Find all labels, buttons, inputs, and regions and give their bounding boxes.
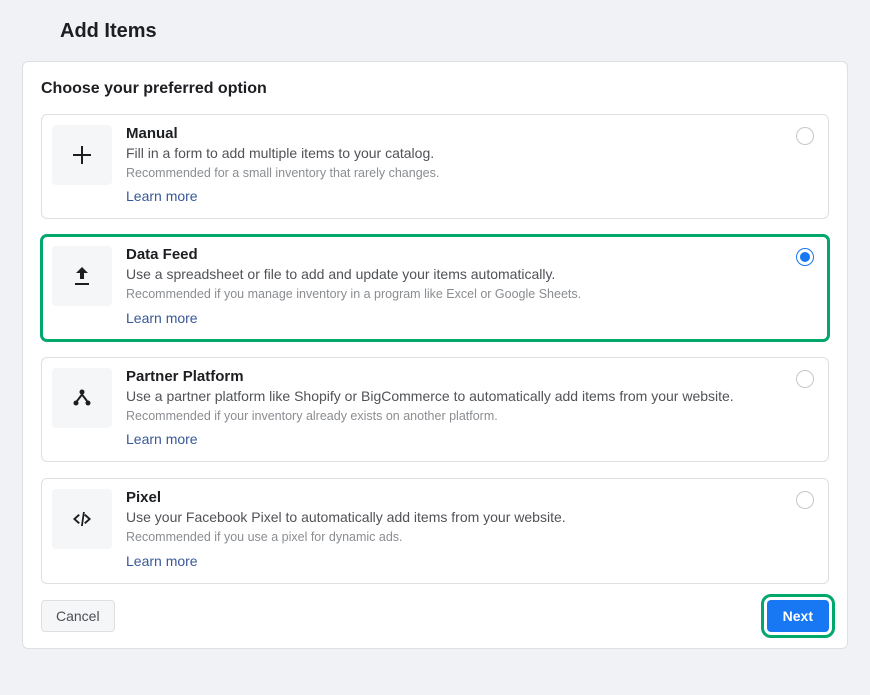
nodes-icon [52, 368, 112, 428]
option-desc: Fill in a form to add multiple items to … [126, 144, 786, 163]
option-datafeed[interactable]: Data Feed Use a spreadsheet or file to a… [41, 235, 829, 340]
option-title: Pixel [126, 489, 786, 506]
option-desc: Use a spreadsheet or file to add and upd… [126, 265, 786, 284]
cancel-button[interactable]: Cancel [41, 600, 115, 632]
option-hint: Recommended if you use a pixel for dynam… [126, 529, 786, 547]
panel-title: Choose your preferred option [41, 80, 829, 98]
option-manual[interactable]: Manual Fill in a form to add multiple it… [41, 114, 829, 219]
code-icon [52, 489, 112, 549]
learn-more-link[interactable]: Learn more [126, 431, 198, 447]
footer: Cancel Next [41, 600, 829, 632]
option-title: Data Feed [126, 246, 786, 263]
option-body: Data Feed Use a spreadsheet or file to a… [126, 246, 816, 327]
upload-icon [52, 246, 112, 306]
option-pixel[interactable]: Pixel Use your Facebook Pixel to automat… [41, 478, 829, 583]
option-hint: Recommended if your inventory already ex… [126, 408, 786, 426]
radio-manual[interactable] [796, 127, 814, 145]
learn-more-link[interactable]: Learn more [126, 310, 198, 326]
option-desc: Use a partner platform like Shopify or B… [126, 387, 786, 406]
option-body: Partner Platform Use a partner platform … [126, 368, 816, 449]
radio-partner[interactable] [796, 370, 814, 388]
learn-more-link[interactable]: Learn more [126, 553, 198, 569]
option-title: Partner Platform [126, 368, 786, 385]
next-button[interactable]: Next [767, 600, 829, 632]
option-body: Pixel Use your Facebook Pixel to automat… [126, 489, 816, 570]
option-hint: Recommended for a small inventory that r… [126, 165, 786, 183]
plus-icon [52, 125, 112, 185]
option-desc: Use your Facebook Pixel to automatically… [126, 508, 786, 527]
option-hint: Recommended if you manage inventory in a… [126, 286, 786, 304]
learn-more-link[interactable]: Learn more [126, 188, 198, 204]
options-panel: Choose your preferred option Manual Fill… [22, 61, 848, 649]
option-partner[interactable]: Partner Platform Use a partner platform … [41, 357, 829, 462]
page-title: Add Items [60, 20, 848, 43]
option-title: Manual [126, 125, 786, 142]
option-body: Manual Fill in a form to add multiple it… [126, 125, 816, 206]
